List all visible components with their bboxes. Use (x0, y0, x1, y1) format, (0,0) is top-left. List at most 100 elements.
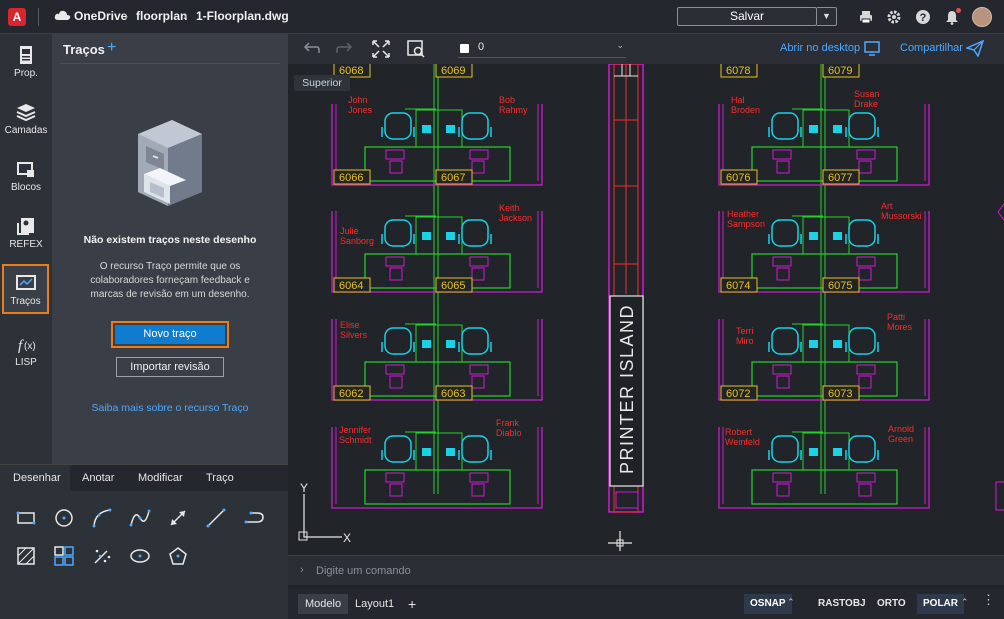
layer-selector[interactable]: 0 ⌄ (458, 40, 626, 58)
chair (461, 435, 489, 463)
polygon-icon[interactable] (167, 545, 189, 567)
scatter-icon[interactable] (91, 545, 113, 567)
breadcrumb-file: 1-Floorplan.dwg (196, 9, 289, 23)
avatar[interactable] (972, 7, 992, 27)
employee-name: Elise (340, 320, 360, 330)
computer (469, 149, 489, 160)
tab-layout1[interactable]: Layout1 (348, 594, 401, 614)
breadcrumb-onedrive[interactable]: OneDrive (74, 9, 127, 23)
employee-name: Hal (731, 95, 745, 105)
computer (856, 472, 876, 483)
svg-text:(x): (x) (24, 341, 36, 352)
hatch-icon[interactable] (15, 545, 37, 567)
sidebar-item-layers[interactable]: Camadas (0, 95, 52, 145)
redo-icon[interactable] (336, 41, 354, 57)
sidebar-item-traces[interactable]: Traços (2, 264, 49, 314)
tab-trace[interactable]: Traço (206, 472, 234, 484)
computer (389, 267, 403, 281)
computer (856, 149, 876, 160)
array-icon[interactable] (53, 545, 75, 567)
printer-island: PRINTER ISLAND (608, 64, 644, 513)
chevron-up-icon[interactable]: ⌃ (961, 597, 969, 608)
phone (422, 125, 431, 133)
zoom-extents-icon[interactable] (371, 39, 391, 59)
sidebar-item-label: Traços (10, 296, 41, 307)
polar-toggle[interactable]: POLAR (917, 594, 964, 614)
zoom-window-icon[interactable] (406, 39, 426, 59)
osnap-toggle[interactable]: OSNAP (744, 594, 792, 614)
rastobj-toggle[interactable]: RASTOBJ (812, 594, 872, 614)
employee-name: Silvers (340, 330, 368, 340)
cubicle-wall (722, 104, 926, 181)
employee-name: Diablo (496, 428, 522, 438)
sidebar-item-lisp[interactable]: f (x) LISP (0, 327, 52, 377)
computer (776, 267, 790, 281)
employee-name: Susan (854, 89, 880, 99)
computer (776, 375, 790, 389)
chair (771, 219, 799, 247)
ellipse-icon[interactable] (129, 545, 151, 567)
view-cube-label[interactable]: Superior (294, 75, 350, 91)
dimension-icon[interactable] (167, 507, 189, 529)
computer (469, 472, 489, 483)
add-layout-icon[interactable]: + (401, 594, 423, 614)
empty-state-title: Não existem traços neste desenho (83, 234, 257, 246)
add-trace-icon[interactable]: + (107, 39, 116, 57)
help-icon[interactable]: ? (915, 9, 931, 25)
more-options-icon[interactable]: ⋮ (982, 592, 995, 608)
computer (385, 149, 405, 160)
learn-more-link[interactable]: Saiba mais sobre o recurso Traço (52, 402, 288, 414)
gear-icon[interactable] (886, 9, 902, 25)
autocad-logo-icon[interactable]: A (8, 8, 26, 26)
print-icon[interactable] (858, 9, 874, 25)
tab-draw[interactable]: Desenhar (0, 465, 70, 491)
open-desktop-link[interactable]: Abrir no desktop (780, 42, 860, 54)
room-number: 6075 (828, 280, 852, 292)
command-line[interactable]: › Digite um comando (288, 555, 1004, 585)
computer (772, 364, 792, 375)
axis-x-label: X (343, 531, 351, 545)
computer (772, 256, 792, 267)
employee-name: Keith (499, 203, 520, 213)
circle-icon[interactable] (53, 507, 75, 529)
sidebar-item-properties[interactable]: Prop. (0, 38, 52, 88)
import-review-button[interactable]: Importar revisão (116, 357, 224, 377)
sidebar-item-blocks[interactable]: Blocos (0, 152, 52, 202)
phone (446, 125, 455, 133)
phone (809, 448, 818, 456)
rectangle-icon[interactable] (15, 507, 37, 529)
polyline-icon[interactable] (243, 507, 265, 529)
computer (858, 483, 872, 497)
employee-name: Drake (854, 99, 878, 109)
employee-name: Green (888, 434, 913, 444)
new-trace-button[interactable]: Novo traço (111, 321, 229, 348)
phone (422, 448, 431, 456)
computer (856, 364, 876, 375)
orto-toggle[interactable]: ORTO (871, 594, 912, 614)
cad-drawing[interactable]: PRINTER ISLAND 6068 6069 6066 6067 6064 6065 6… (288, 64, 1004, 551)
chair (384, 112, 412, 140)
chair-arm (768, 127, 879, 137)
employee-name: Bob (499, 95, 515, 105)
tab-annotate[interactable]: Anotar (82, 472, 114, 484)
line-icon[interactable] (205, 507, 227, 529)
computer (385, 472, 405, 483)
command-input[interactable]: Digite um comando (316, 565, 411, 577)
save-options-chevron-icon[interactable]: ▼ (817, 7, 837, 26)
save-button[interactable]: Salvar (677, 7, 817, 26)
tab-model[interactable]: Modelo (298, 594, 349, 614)
spline-icon[interactable] (129, 507, 151, 529)
send-icon[interactable] (966, 40, 984, 57)
computer (471, 375, 485, 389)
room-number: 6074 (726, 280, 750, 292)
computer (471, 267, 485, 281)
undo-icon[interactable] (302, 41, 320, 57)
computer (776, 483, 790, 497)
breadcrumb-folder[interactable]: floorplan (136, 9, 187, 23)
arc-icon[interactable] (91, 507, 113, 529)
tab-modify[interactable]: Modificar (138, 472, 183, 484)
sidebar-item-xref[interactable]: REFEX (0, 209, 52, 259)
chevron-up-icon[interactable]: ⌃ (787, 597, 795, 608)
share-link[interactable]: Compartilhar (900, 42, 963, 54)
monitor-icon[interactable] (864, 41, 880, 56)
